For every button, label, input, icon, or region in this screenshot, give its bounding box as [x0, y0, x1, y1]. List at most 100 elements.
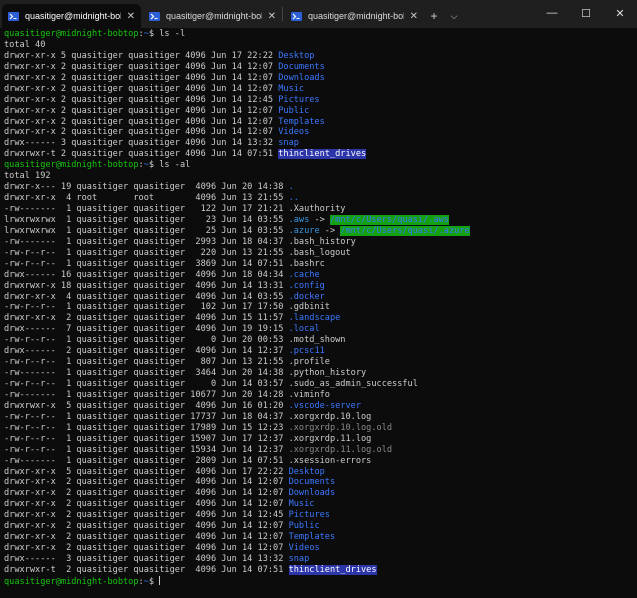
terminal-text: .landscape — [288, 313, 341, 324]
terminal-text: -rw-r--r-- 1 quasitiger quasitiger 15907… — [4, 433, 372, 444]
new-tab-button[interactable]: + — [424, 4, 444, 28]
maximize-button[interactable]: ☐ — [569, 0, 603, 26]
terminal-line: drwx------ 3 quasitiger quasitiger 4096 … — [4, 138, 637, 149]
terminal-cursor — [159, 575, 161, 585]
terminal-text: -rw-r--r-- 1 quasitiger quasitiger 102 J… — [4, 302, 330, 313]
terminal-line: drwxr-xr-x 2 quasitiger quasitiger 4096 … — [4, 477, 637, 488]
minimize-button[interactable]: — — [535, 0, 569, 26]
close-button[interactable]: ✕ — [603, 0, 637, 26]
terminal-line: drwx------ 2 quasitiger quasitiger 4096 … — [4, 346, 637, 357]
terminal-text: -rw-r--r-- 1 quasitiger quasitiger 3869 … — [4, 258, 325, 269]
tab-close-icon[interactable]: ✕ — [410, 11, 418, 22]
tab-title: quasitiger@midnight-bobtop: — [25, 11, 121, 21]
terminal-text: drwxr-xr-x 4 quasitiger quasitiger 4096 … — [4, 291, 289, 302]
terminal-line: drwxr-xr-x 2 quasitiger quasitiger 4096 … — [4, 62, 637, 73]
terminal-line: -rw------- 1 quasitiger quasitiger 2993 … — [4, 237, 637, 248]
terminal-output[interactable]: quasitiger@midnight-bobtop:~$ ls -l total… — [4, 29, 637, 598]
terminal-text: -rw------- 1 quasitiger quasitiger 122 J… — [4, 204, 346, 214]
tab-divider — [282, 7, 283, 21]
terminal-text: .docker — [288, 291, 325, 302]
terminal-line: drwxr-xr-x 2 quasitiger quasitiger 4096 … — [4, 510, 637, 521]
terminal-line: lrwxrwxrwx 1 quasitiger quasitiger 25 Ju… — [4, 225, 637, 237]
terminal-text: . — [288, 182, 294, 193]
tab-2[interactable]: quasitiger@midnight-bobtop: ✕ — [143, 4, 282, 28]
terminal-text: drwxr-xr-x 2 quasitiger quasitiger 4096 … — [4, 510, 289, 521]
terminal-text: drwxr-xr-x 2 quasitiger quasitiger 4096 … — [4, 61, 279, 72]
terminal-text: $ — [148, 576, 160, 587]
terminal-line: -rw-r--r-- 1 quasitiger quasitiger 3869 … — [4, 259, 637, 270]
terminal-line: drwxr-xr-x 2 quasitiger quasitiger 4096 … — [4, 521, 637, 532]
terminal-text: Templates — [288, 532, 336, 543]
terminal-text: -rw------- 1 quasitiger quasitiger 2809 … — [4, 455, 372, 466]
terminal-line: drwxr-x--- 19 quasitiger quasitiger 4096… — [4, 182, 637, 193]
terminal-text: Desktop — [288, 466, 325, 477]
terminal-text: drwxr-xr-x 2 quasitiger quasitiger 4096 … — [4, 532, 289, 543]
terminal-text: drwxrwxr-x 5 quasitiger quasitiger 4096 … — [4, 400, 289, 411]
terminal-text: drwxr-xr-x 2 quasitiger quasitiger 4096 … — [4, 543, 289, 554]
terminal-text: quasitiger@midnight-bobtop — [4, 160, 139, 171]
terminal-line: quasitiger@midnight-bobtop:~$ ls -al — [4, 160, 637, 171]
terminal-text: snap — [288, 554, 310, 564]
terminal-text: drwxr-xr-x 2 quasitiger quasitiger 4096 … — [4, 116, 279, 127]
terminal-text: Pictures — [278, 94, 320, 105]
terminal-text: $ ls -al — [148, 160, 191, 171]
terminal-line: drwxr-xr-x 2 quasitiger quasitiger 4096 … — [4, 313, 637, 324]
tab-close-icon[interactable]: ✕ — [268, 11, 276, 22]
terminal-text: .config — [288, 280, 325, 291]
terminal-line: -rw------- 1 quasitiger quasitiger 10677… — [4, 390, 637, 401]
terminal-text: -rw------- 1 quasitiger quasitiger 3464 … — [4, 368, 367, 379]
terminal-text: thinclient_drives — [278, 149, 367, 160]
terminal-text: .xorgxrdp.10.log.old — [288, 422, 393, 433]
terminal-text: Documents — [278, 61, 325, 72]
terminal-text: Downloads — [278, 72, 325, 83]
terminal-line: -rw-r--r-- 1 quasitiger quasitiger 17737… — [4, 412, 637, 423]
terminal-text: $ ls -l — [148, 29, 186, 39]
tab-close-icon[interactable]: ✕ — [127, 11, 135, 22]
terminal-line: drwxr-xr-x 4 root root 4096 Jun 13 21:55… — [4, 193, 637, 204]
terminal-text: drwxr-x--- 19 quasitiger quasitiger 4096… — [4, 182, 289, 193]
terminal-line: -rw-r--r-- 1 quasitiger quasitiger 15907… — [4, 434, 637, 445]
chevron-down-icon[interactable]: ⌵ — [444, 4, 464, 28]
terminal-line: -rw-r--r-- 1 quasitiger quasitiger 0 Jun… — [4, 335, 637, 346]
terminal-text: drwx------ 3 quasitiger quasitiger 4096 … — [4, 554, 289, 564]
terminal-text: lrwxrwxrwx 1 quasitiger quasitiger 25 Ju… — [4, 225, 289, 236]
terminal-text: Pictures — [288, 510, 330, 521]
terminal-text: Documents — [288, 477, 336, 488]
terminal-text: -rw-r--r-- 1 quasitiger quasitiger 15934… — [4, 444, 289, 455]
terminal-line: -rw-r--r-- 1 quasitiger quasitiger 15934… — [4, 445, 637, 456]
terminal-text: drwxr-xr-x 5 quasitiger quasitiger 4096 … — [4, 50, 279, 61]
terminal-text: Desktop — [278, 50, 315, 61]
linux-icon — [8, 11, 19, 21]
terminal-line: drwxr-xr-x 2 quasitiger quasitiger 4096 … — [4, 532, 637, 543]
terminal-line: drwxr-xr-x 2 quasitiger quasitiger 4096 … — [4, 127, 637, 138]
terminal-text: drwxr-xr-x 2 quasitiger quasitiger 4096 … — [4, 488, 289, 499]
terminal-text: -rw-r--r-- 1 quasitiger quasitiger 0 Jun… — [4, 379, 418, 389]
terminal-text: -> — [309, 214, 330, 225]
tab-3[interactable]: quasitiger@midnight-bobtop: ✕ — [285, 4, 424, 28]
terminal-line: drwxr-xr-x 5 quasitiger quasitiger 4096 … — [4, 467, 637, 478]
terminal-text: lrwxrwxrwx 1 quasitiger quasitiger 23 Ju… — [4, 214, 289, 225]
terminal-text: Public — [278, 105, 310, 116]
terminal-text: quasitiger@midnight-bobtop — [4, 29, 139, 39]
terminal-text: Music — [288, 499, 315, 510]
terminal-text: -rw-r--r-- 1 quasitiger quasitiger 17989… — [4, 422, 289, 433]
terminal-text: drwxr-xr-x 2 quasitiger quasitiger 4096 … — [4, 313, 289, 324]
terminal-line: drwxr-xr-x 2 quasitiger quasitiger 4096 … — [4, 488, 637, 499]
terminal-text: drwxr-xr-x 2 quasitiger quasitiger 4096 … — [4, 499, 289, 510]
terminal-text: -rw------- 1 quasitiger quasitiger 10677… — [4, 389, 330, 400]
terminal-text: .azure — [288, 225, 320, 236]
tab-1[interactable]: quasitiger@midnight-bobtop: ✕ — [2, 4, 141, 28]
terminal-text: drwxr-xr-x 2 quasitiger quasitiger 4096 … — [4, 83, 279, 94]
terminal-line: -rw-r--r-- 1 quasitiger quasitiger 220 J… — [4, 248, 637, 259]
terminal-text: drwx------ 7 quasitiger quasitiger 4096 … — [4, 324, 289, 335]
tab-title: quasitiger@midnight-bobtop: — [166, 11, 262, 21]
terminal-text: Videos — [278, 127, 310, 138]
terminal-text: .local — [288, 324, 320, 335]
terminal-line: drwxrwxr-t 2 quasitiger quasitiger 4096 … — [4, 149, 637, 160]
terminal-line: drwxr-xr-x 2 quasitiger quasitiger 4096 … — [4, 499, 637, 510]
terminal-text: drwxrwxr-x 18 quasitiger quasitiger 4096… — [4, 280, 289, 291]
terminal-line: drwx------ 16 quasitiger quasitiger 4096… — [4, 270, 637, 281]
terminal-text: Downloads — [288, 488, 336, 499]
terminal-text: thinclient_drives — [288, 564, 377, 575]
terminal-text: .pcsc11 — [288, 346, 325, 357]
